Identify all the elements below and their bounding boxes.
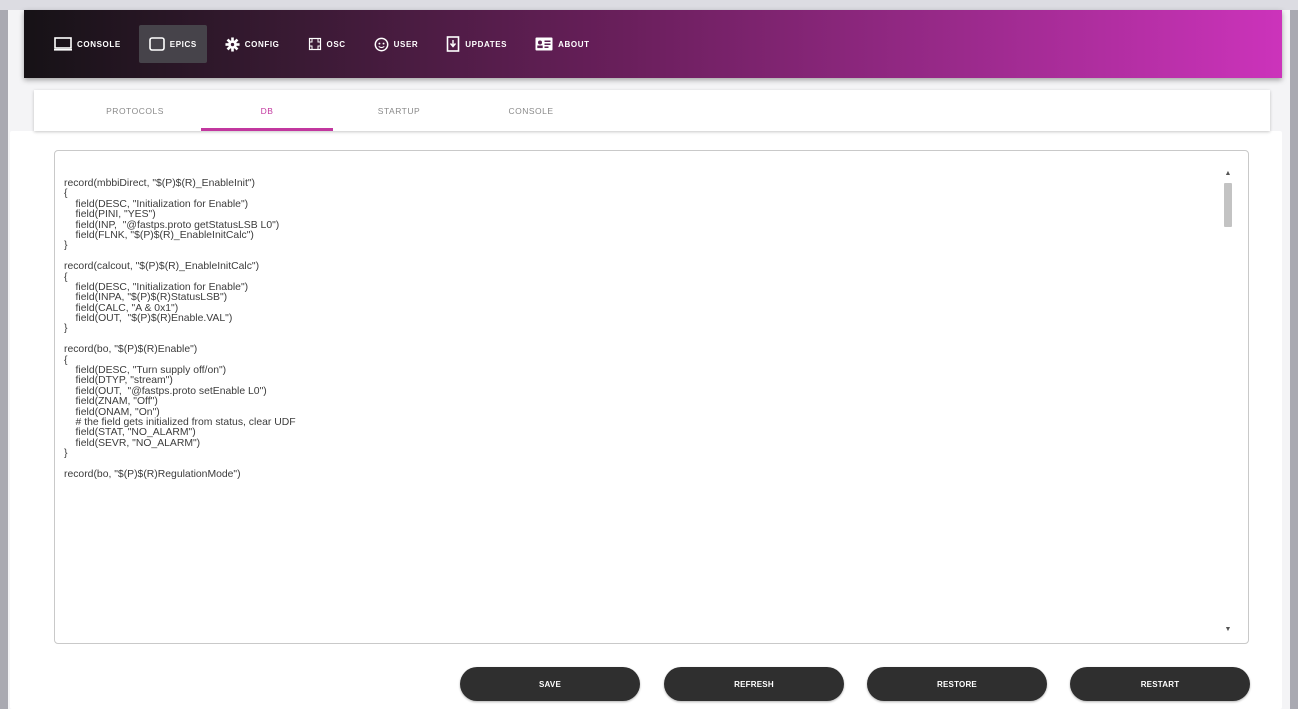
save-button[interactable]: SAVE (460, 667, 640, 701)
code-line: { (64, 354, 68, 366)
nav-osc[interactable]: OSC (298, 25, 356, 63)
code-line: field(INPA, "$(P)$(R)StatusLSB") (64, 292, 228, 304)
db-editor-textarea[interactable]: record(mbbiDirect, "$(P)$(R)_EnableInit"… (54, 150, 1249, 644)
download-icon (446, 36, 460, 52)
tab-protocols[interactable]: PROTOCOLS (69, 90, 201, 131)
nav-console[interactable]: CONSOLE (44, 25, 131, 63)
scrollbar-thumb[interactable] (1224, 183, 1232, 227)
nav-about[interactable]: ABOUT (525, 25, 599, 63)
gear-icon (225, 36, 240, 52)
nav-epics[interactable]: EPICS (138, 25, 207, 63)
nav-user-label: USER (393, 39, 419, 49)
code-line: } (64, 448, 68, 460)
nav-console-label: CONSOLE (77, 39, 121, 49)
nav-config-label: CONFIG (244, 39, 280, 49)
tab-startup[interactable]: STARTUP (333, 90, 465, 131)
nav-config[interactable]: CONFIG (215, 25, 290, 63)
code-line: field(CALC, "A & 0x1") (64, 302, 179, 314)
code-line: record(bo, "$(P)$(R)RegulationMode") (64, 468, 241, 480)
code-line: field(STAT, "NO_ALARM") (64, 427, 196, 439)
monitor-icon (54, 37, 72, 51)
id-card-icon (535, 37, 553, 51)
code-line: } (64, 240, 68, 252)
nav-updates-label: UPDATES (465, 39, 508, 49)
user-icon (374, 37, 389, 51)
code-line: record(mbbiDirect, "$(P)$(R)_EnableInit"… (64, 178, 256, 189)
restore-button[interactable]: RESTORE (867, 667, 1047, 701)
editor-content: record(mbbiDirect, "$(P)$(R)_EnableInit"… (64, 178, 1214, 480)
tab-bar: PROTOCOLS DB STARTUP CONSOLE (34, 90, 1270, 131)
code-line: field(DESC, "Initialization for Enable") (64, 198, 249, 210)
nav-epics-label: EPICS (169, 39, 197, 49)
square-icon (148, 37, 165, 51)
tab-db[interactable]: DB (201, 90, 333, 131)
nav-updates[interactable]: UPDATES (436, 25, 517, 63)
code-line: field(ZNAM, "Off") (64, 396, 158, 408)
tab-console[interactable]: CONSOLE (465, 90, 597, 131)
code-line: record(calcout, "$(P)$(R)_EnableInitCalc… (64, 261, 260, 273)
nav-about-label: ABOUT (558, 39, 590, 49)
scroll-up-arrow-icon[interactable]: ▲ (1223, 169, 1233, 179)
top-navbar: CONSOLE EPICS CONFIG OSC USER UPDATES AB… (24, 10, 1282, 78)
code-line: field(OUT, "$(P)$(R)Enable.VAL") (64, 313, 233, 325)
nav-user[interactable]: USER (364, 25, 429, 63)
code-line: field(PINI, "YES") (64, 209, 156, 221)
scroll-down-arrow-icon[interactable]: ▼ (1223, 625, 1233, 635)
nav-osc-label: OSC (326, 39, 346, 49)
restart-button[interactable]: RESTART (1070, 667, 1250, 701)
editor-scrollbar[interactable]: ▲ ▼ (1222, 170, 1234, 633)
code-line: field(DESC, "Initialization for Enable") (64, 281, 249, 293)
code-line: } (64, 323, 68, 335)
browser-top-strip (0, 0, 1298, 10)
refresh-button[interactable]: REFRESH (664, 667, 844, 701)
code-line: record(bo, "$(P)$(R)Enable") (64, 344, 198, 356)
code-line: # the field gets initialized from status… (64, 416, 296, 428)
code-line: field(OUT, "@fastps.proto setEnable L0") (64, 385, 267, 397)
active-tab-indicator (201, 128, 333, 131)
code-line: field(DESC, "Turn supply off/on") (64, 365, 227, 377)
oscilloscope-icon (308, 37, 321, 51)
code-line: field(FLNK, "$(P)$(R)_EnableInitCalc") (64, 229, 254, 241)
code-line: field(SEVR, "NO_ALARM") (64, 437, 201, 449)
